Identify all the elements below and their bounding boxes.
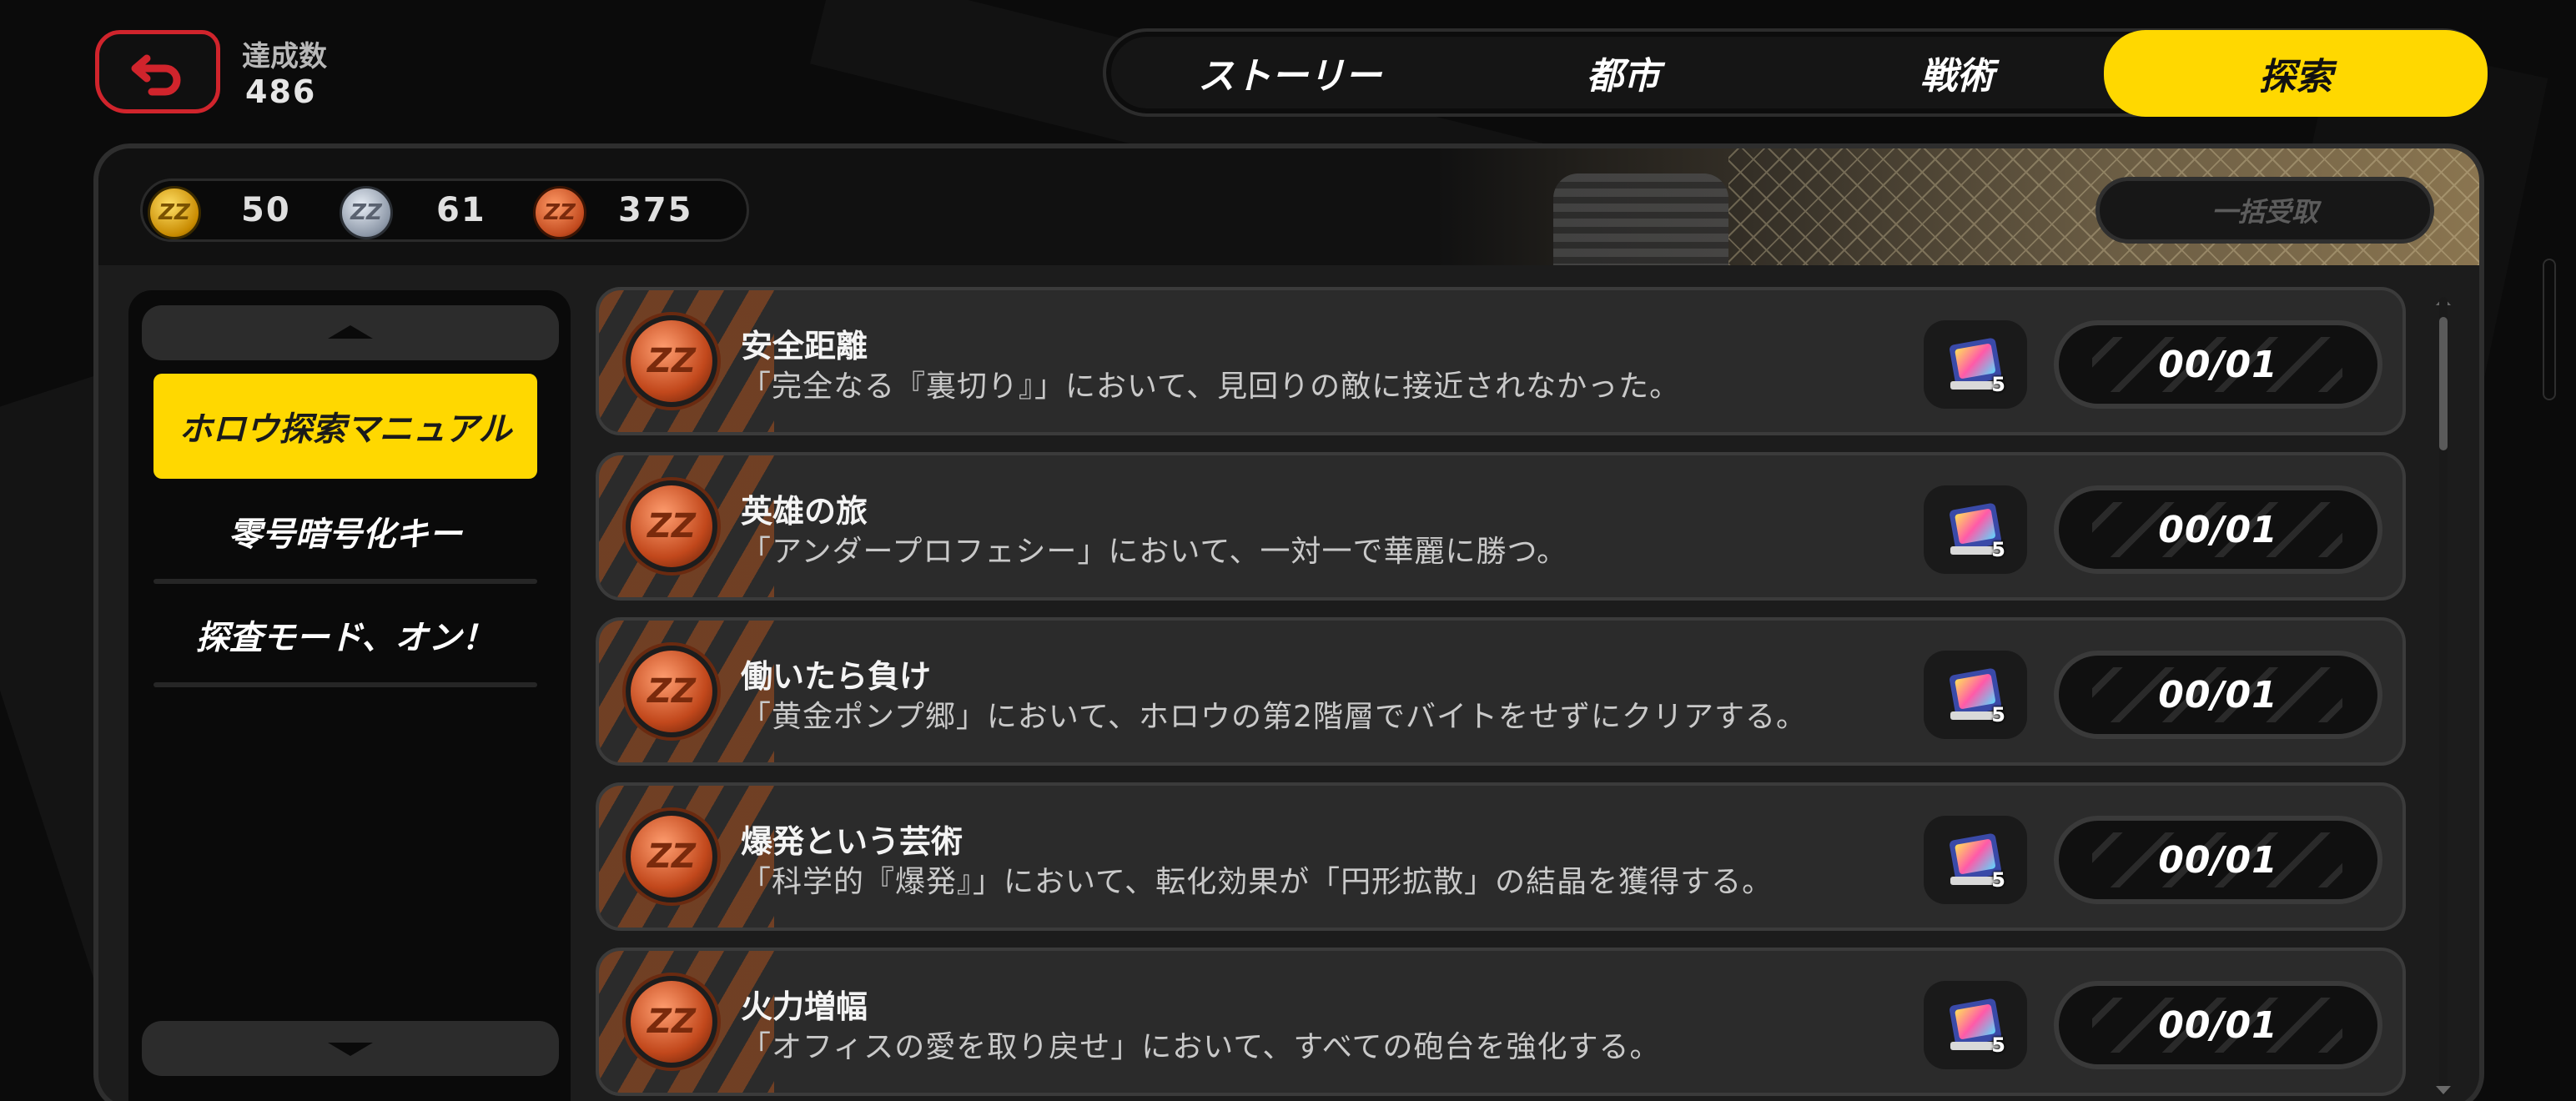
reward-count: 5 (1991, 373, 2005, 396)
reward-count: 5 (1991, 538, 2005, 561)
achievement-list: ZZ 安全距離 「完全なる『裏切り』」において、見回りの敵に接近されなかった。 … (596, 287, 2439, 1101)
film-reel-icon: 5 (1942, 993, 2009, 1057)
achievement-title: 爆発という芸術 (741, 823, 963, 860)
scrollbar-thumb[interactable] (2439, 317, 2448, 450)
achievement-row: ZZ 火力増幅 「オフィスの愛を取り戻せ」において、すべての砲台を強化する。 5… (596, 948, 2406, 1096)
reward-count: 5 (1991, 1033, 2005, 1057)
progress-text: 00/01 (2158, 343, 2278, 386)
caret-down-icon (328, 1043, 373, 1056)
gold-medal-icon: ZZ (148, 186, 201, 239)
category-tabs: ストーリー 都市 戦術 探索 (1103, 28, 2488, 117)
tab-city[interactable]: 都市 (1490, 32, 1757, 113)
bronze-medal-icon: ZZ (626, 480, 717, 572)
reward-item[interactable]: 5 (1924, 320, 2027, 409)
progress-text: 00/01 (2158, 1003, 2278, 1047)
bronze-medal-icon: ZZ (626, 646, 717, 737)
achievement-title: 安全距離 (741, 328, 868, 364)
reward-item[interactable]: 5 (1924, 981, 2027, 1069)
gold-medal-count: 50 (241, 191, 291, 229)
achievement-description: 「アンダープロフェシー」において、一対一で華麗に勝つ。 (741, 535, 1568, 569)
progress-indicator: 00/01 (2054, 485, 2382, 574)
progress-indicator: 00/01 (2054, 320, 2382, 409)
film-reel-icon: 5 (1942, 663, 2009, 726)
achievement-title: 英雄の旅 (741, 493, 868, 530)
achievement-row: ZZ 英雄の旅 「アンダープロフェシー」において、一対一で華麗に勝つ。 5 00… (596, 452, 2406, 601)
sidebar-divider (153, 682, 537, 687)
bronze-medal-icon: ZZ (626, 315, 717, 407)
reward-count: 5 (1991, 703, 2005, 726)
achievement-row: ZZ 働いたら負け 「黄金ポンプ郷」において、ホロウの第2階層でバイトをせずにク… (596, 617, 2406, 766)
sidebar-scroll-down-button[interactable] (142, 1021, 559, 1076)
medal-counter-bar: ZZ 50 ZZ 61 ZZ 375 (140, 178, 749, 242)
list-scrollbar[interactable] (2439, 297, 2448, 1096)
progress-indicator: 00/01 (2054, 816, 2382, 904)
progress-text: 00/01 (2158, 838, 2278, 882)
bronze-medal-count: 375 (618, 191, 693, 229)
progress-indicator: 00/01 (2054, 651, 2382, 739)
film-reel-icon: 5 (1942, 498, 2009, 561)
silver-medal-count: 61 (436, 191, 486, 229)
achievement-title: 火力増幅 (741, 988, 868, 1025)
progress-text: 00/01 (2158, 508, 2278, 551)
achievement-description: 「オフィスの愛を取り戻せ」において、すべての砲台を強化する。 (741, 1030, 1661, 1064)
achievement-row: ZZ 安全距離 「完全なる『裏切り』」において、見回りの敵に接近されなかった。 … (596, 287, 2406, 435)
caret-down-icon[interactable] (2436, 1084, 2451, 1096)
bronze-medal-icon: ZZ (626, 811, 717, 902)
progress-text: 00/01 (2158, 673, 2278, 716)
category-sidebar: ホロウ探索マニュアル 零号暗号化キー 探査モード、オン！ (128, 290, 571, 1101)
achievement-title: 働いたら負け (741, 658, 932, 695)
sidebar-item-scout-mode[interactable]: 探査モード、オン！ (153, 582, 537, 687)
sidebar-item-zero-key[interactable]: 零号暗号化キー (153, 479, 537, 584)
claim-all-button[interactable]: 一括受取 (2096, 177, 2434, 244)
tab-tactics[interactable]: 戦術 (1824, 32, 2090, 113)
reward-item[interactable]: 5 (1924, 485, 2027, 574)
page-scroll-indicator (2543, 259, 2556, 400)
reward-item[interactable]: 5 (1924, 816, 2027, 904)
silver-medal-icon: ZZ (340, 186, 393, 239)
tab-story[interactable]: ストーリー (1156, 32, 1423, 113)
achievement-description: 「完全なる『裏切り』」において、見回りの敵に接近されなかった。 (741, 370, 1681, 404)
achievement-count-value: 486 (245, 73, 317, 110)
sidebar-scroll-up-button[interactable] (142, 305, 559, 360)
bronze-medal-icon: ZZ (533, 186, 586, 239)
film-reel-icon: 5 (1942, 828, 2009, 892)
sidebar-item-hollow-manual[interactable]: ホロウ探索マニュアル (153, 374, 537, 479)
back-button[interactable] (95, 30, 220, 113)
barrel-shape (1553, 173, 1728, 265)
bronze-medal-icon: ZZ (626, 976, 717, 1068)
achievement-description: 「科学的『爆発』」において、転化効果が「円形拡散」の結晶を獲得する。 (741, 865, 1774, 899)
achievement-panel: ZZ 50 ZZ 61 ZZ 375 一括受取 ホロウ探索マニュアル 零号暗号化… (93, 143, 2484, 1101)
progress-indicator: 00/01 (2054, 981, 2382, 1069)
achievement-count-label: 達成数 (242, 40, 327, 73)
reward-item[interactable]: 5 (1924, 651, 2027, 739)
film-reel-icon: 5 (1942, 333, 2009, 396)
return-arrow-icon (131, 54, 181, 96)
achievement-row: ZZ 爆発という芸術 「科学的『爆発』」において、転化効果が「円形拡散」の結晶を… (596, 782, 2406, 931)
tab-exploration[interactable]: 探索 (2104, 30, 2488, 117)
reward-count: 5 (1991, 868, 2005, 892)
achievement-description: 「黄金ポンプ郷」において、ホロウの第2階層でバイトをせずにクリアする。 (741, 700, 1807, 734)
caret-up-icon (328, 325, 373, 339)
